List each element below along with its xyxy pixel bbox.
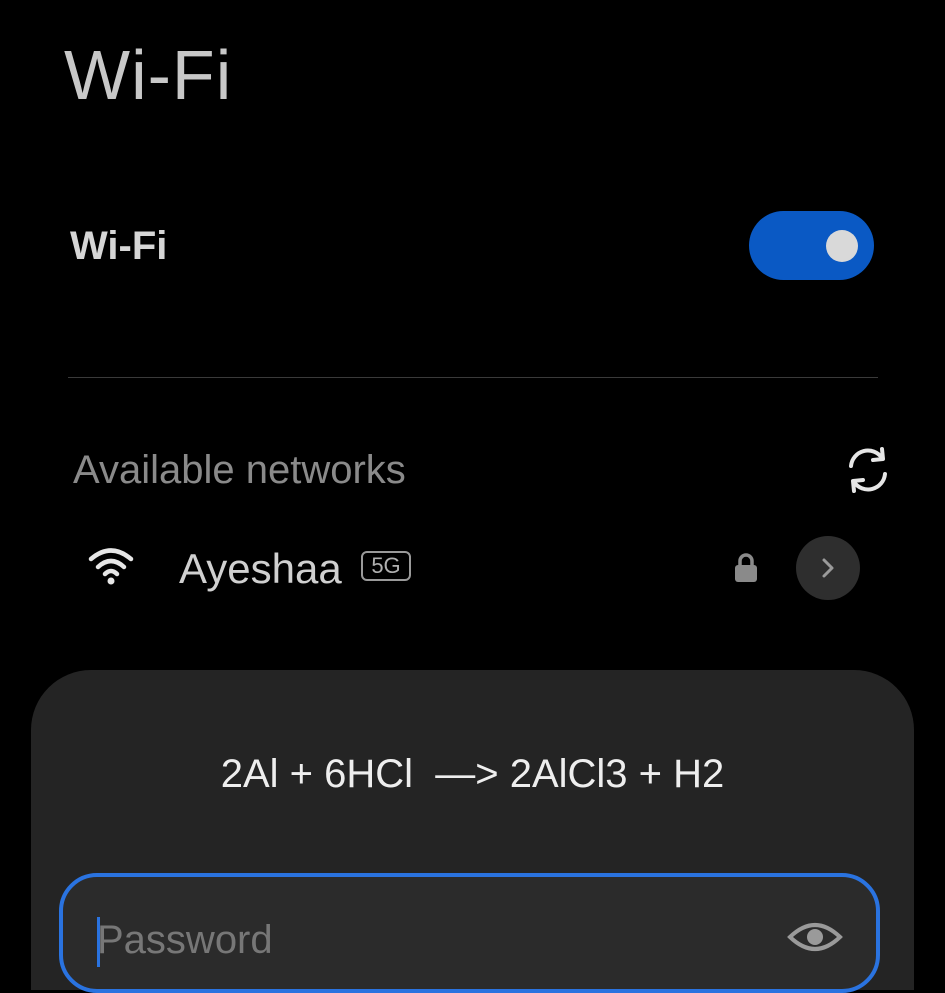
connect-dialog: 2Al + 6HCl —> 2AlCl3 + H2 xyxy=(31,670,914,993)
text-caret xyxy=(97,917,100,967)
wifi-toggle-label: Wi-Fi xyxy=(70,224,168,268)
band-badge: 5G xyxy=(361,551,411,581)
eye-icon[interactable] xyxy=(787,917,843,957)
available-networks-title: Available networks xyxy=(73,448,406,492)
lock-icon xyxy=(732,552,760,584)
wifi-signal-icon xyxy=(88,546,134,586)
password-field[interactable] xyxy=(59,873,880,993)
chevron-right-icon xyxy=(822,558,834,578)
dialog-title: 2Al + 6HCl —> 2AlCl3 + H2 xyxy=(220,752,725,796)
refresh-icon[interactable] xyxy=(842,444,894,496)
password-input[interactable] xyxy=(97,915,737,965)
network-item-ayeshaa[interactable]: Ayeshaa 5G xyxy=(80,530,880,606)
network-name: Ayeshaa xyxy=(179,545,342,592)
wifi-toggle-switch[interactable] xyxy=(749,211,874,280)
toggle-knob xyxy=(826,230,858,262)
network-details-button[interactable] xyxy=(796,536,860,600)
page-title: Wi-Fi xyxy=(64,36,233,114)
divider xyxy=(68,377,878,378)
